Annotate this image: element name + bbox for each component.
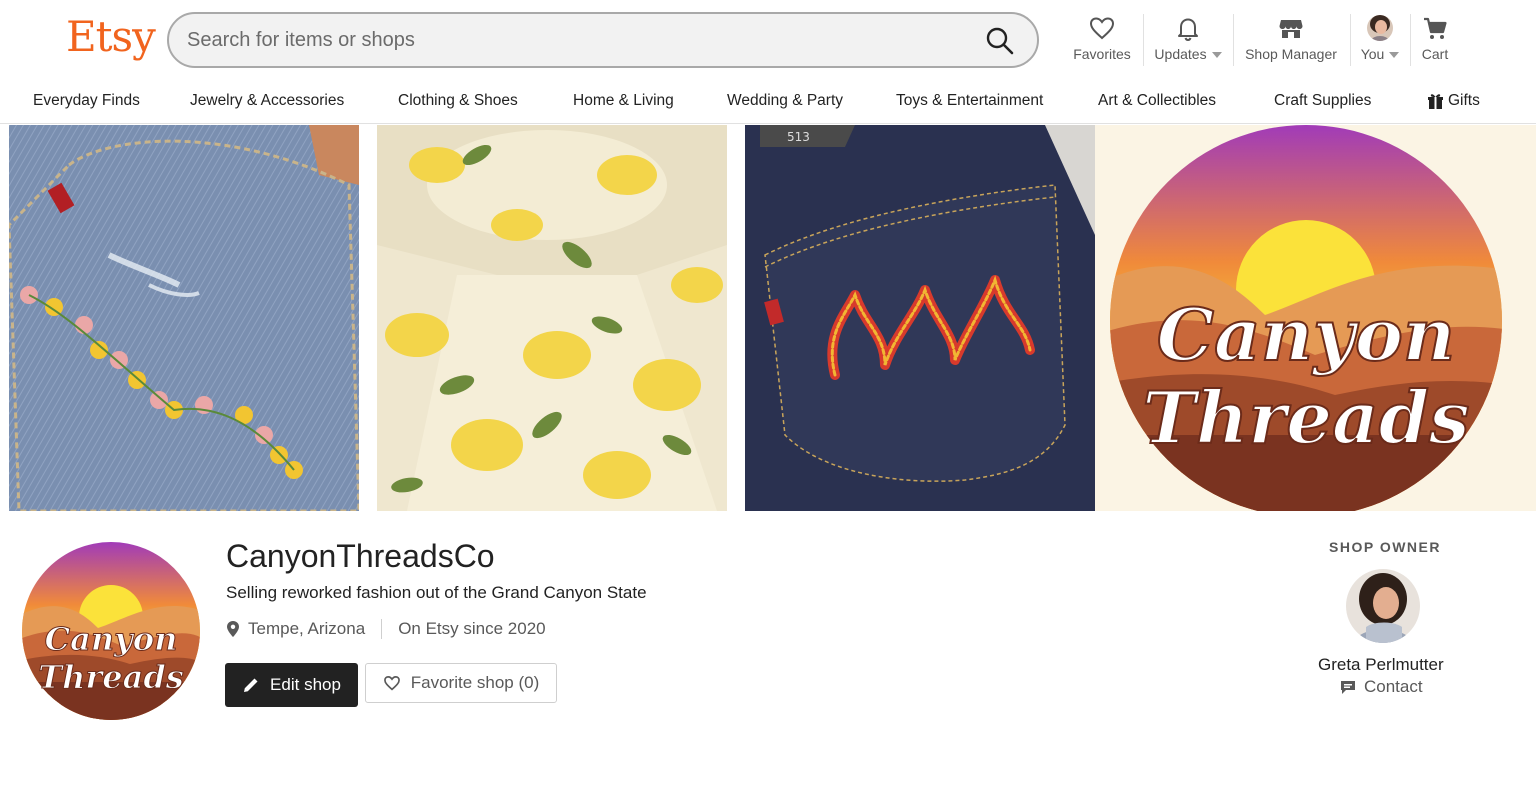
shop-name: CanyonThreadsCo [226, 538, 495, 574]
shop-logo-line-1: Canyon [45, 620, 178, 658]
contact-owner-link[interactable]: Contact [1340, 677, 1423, 697]
shop-tagline: Selling reworked fashion out of the Gran… [226, 583, 647, 602]
nav-divider [1410, 14, 1411, 66]
cart-icon [1424, 17, 1447, 39]
shop-since: On Etsy since 2020 [398, 619, 546, 638]
category-nav: Everyday Finds Jewelry & Accessories Clo… [0, 80, 1536, 124]
shop-manager-label: Shop Manager [1245, 46, 1337, 62]
owner-name[interactable]: Greta Perlmutter [1318, 655, 1444, 675]
shop-owner-heading: SHOP OWNER [1329, 539, 1441, 555]
location-pin-icon [227, 621, 239, 637]
category-gifts[interactable]: Gifts [1428, 92, 1480, 110]
banner-image-flame-jeans: 513 [745, 125, 1095, 511]
favorites-label: Favorites [1073, 46, 1131, 62]
banner-logo-line-1: Canyon [1157, 292, 1456, 377]
category-art-collectibles[interactable]: Art & Collectibles [1098, 92, 1216, 110]
bell-icon [1178, 18, 1198, 42]
shop-manager-nav[interactable]: Shop Manager [1240, 14, 1342, 70]
shop-banner: 513 Canyon Threads [9, 125, 1536, 511]
search-bar[interactable] [167, 12, 1039, 68]
updates-label: Updates [1154, 46, 1207, 62]
heart-icon [383, 676, 400, 691]
heart-icon [1089, 17, 1115, 40]
category-toys-entertainment[interactable]: Toys & Entertainment [896, 92, 1043, 110]
shop-meta: Tempe, Arizona On Etsy since 2020 [226, 619, 546, 639]
category-craft-supplies[interactable]: Craft Supplies [1274, 92, 1371, 110]
you-label: You [1360, 46, 1385, 62]
search-input[interactable] [187, 14, 967, 66]
cart-label: Cart [1421, 46, 1449, 62]
banner-image-canyon-threads-logo: Canyon Threads [1095, 125, 1536, 511]
contact-label: Contact [1364, 677, 1423, 696]
gifts-label: Gifts [1448, 92, 1480, 109]
owner-avatar[interactable] [1346, 569, 1420, 643]
avatar [1367, 15, 1393, 41]
top-header: Etsy Favorites Updates Shop Manager [0, 0, 1536, 80]
message-icon [1341, 681, 1355, 694]
shop-logo-line-2: Threads [38, 658, 183, 696]
nav-divider [1143, 14, 1144, 66]
banner-image-embroidered-jeans [9, 125, 359, 511]
category-jewelry-accessories[interactable]: Jewelry & Accessories [190, 92, 344, 110]
cart-nav[interactable]: Cart [1417, 14, 1453, 70]
favorite-shop-label: Favorite shop (0) [410, 673, 540, 692]
updates-nav[interactable]: Updates [1150, 14, 1226, 70]
banner-logo-line-2: Threads [1142, 375, 1469, 460]
etsy-logo[interactable]: Etsy [66, 12, 156, 61]
nav-divider [1350, 14, 1351, 66]
favorites-nav[interactable]: Favorites [1068, 14, 1136, 70]
search-icon[interactable] [985, 26, 1015, 56]
chevron-down-icon [1211, 52, 1222, 59]
shop-icon [1279, 20, 1303, 38]
chevron-down-icon [1389, 52, 1400, 59]
category-clothing-shoes[interactable]: Clothing & Shoes [398, 92, 518, 110]
nav-divider [1233, 14, 1234, 66]
edit-shop-label: Edit shop [270, 675, 341, 694]
category-home-living[interactable]: Home & Living [573, 92, 674, 110]
jeans-size-tag: 513 [787, 130, 810, 144]
favorite-shop-button[interactable]: Favorite shop (0) [365, 663, 557, 703]
banner-image-lemon-scrunchie [377, 125, 727, 511]
category-wedding-party[interactable]: Wedding & Party [727, 92, 843, 110]
category-everyday-finds[interactable]: Everyday Finds [33, 92, 140, 110]
meta-divider [381, 619, 383, 639]
edit-shop-button[interactable]: Edit shop [225, 663, 358, 707]
gift-icon [1428, 94, 1443, 109]
shop-logo: Canyon Threads [22, 542, 200, 720]
pencil-icon [244, 678, 258, 692]
you-nav[interactable]: You [1357, 14, 1403, 70]
shop-location: Tempe, Arizona [248, 619, 366, 638]
